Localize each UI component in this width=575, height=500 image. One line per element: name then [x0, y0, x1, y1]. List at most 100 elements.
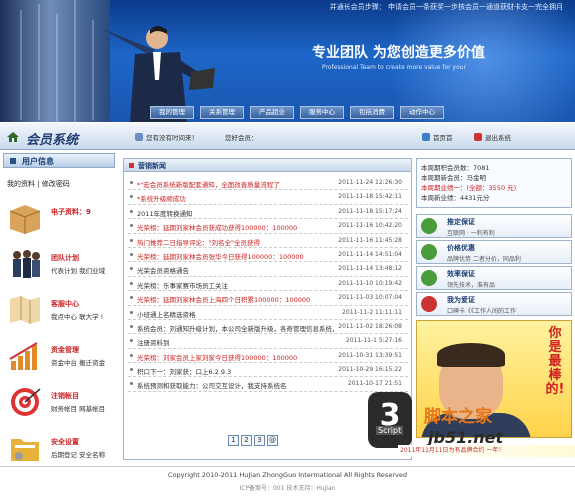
news-title: 光荣榜：乐事家赛市场员工关注	[137, 281, 228, 290]
news-title: 注册资料到	[137, 339, 170, 348]
sidebar-item-service[interactable]: 客服中心 我点中心 联大学 !	[3, 287, 115, 335]
home-button[interactable]: 首页首	[422, 132, 453, 142]
badge-icon	[421, 296, 437, 312]
news-title: 光荣榜：延期刘家林会员获成功获得100000：100000	[137, 224, 298, 233]
news-item[interactable]: 注册资料到 2011-11-1 5:27:16	[128, 334, 408, 349]
scrolling-ticker: 2011年11月11日为有品牌合约 一年！	[398, 445, 575, 457]
news-item[interactable]: 光荣榜：延期刘家林会员上海四个日积累100000：100000 2011-11-0…	[128, 291, 408, 306]
bullet-icon	[130, 238, 133, 242]
news-title: *"宏会员系统新版配套通知，全面改善质量流程了	[137, 181, 280, 189]
feature-button-3[interactable]: 效率保证 领先技术，准有品	[416, 266, 572, 290]
feature-button-2[interactable]: 价格优惠 品牌优势 二者分价，同品利	[416, 240, 572, 264]
bullet-icon	[130, 310, 133, 314]
news-item[interactable]: *系统升级顺成功 2011-11-18 15:42:11	[128, 190, 408, 205]
bullet-icon	[130, 224, 133, 228]
news-title: 热门推荐二日指导评论："刘名全"全员获得	[137, 238, 260, 247]
bullet-icon	[130, 324, 133, 328]
news-title: 光荣会员资格通告	[137, 267, 189, 276]
news-title: 光荣榜：延期刘家林会员张华今日获得100000：100000	[137, 252, 304, 261]
news-title: 积口下一：刘家获：口上6.2.9.3	[137, 368, 232, 377]
growth-chart-icon	[9, 342, 38, 370]
welcome-label: 您有没有时间来！	[135, 132, 198, 142]
page-root: 并通长会员步骤： 申请会员一条获奖一步核会员一通道获财卡支一完全拥月 专业团队 …	[0, 0, 575, 500]
news-date: 2011-11-2 11:11:11	[342, 308, 402, 316]
page-next[interactable]: @	[267, 435, 278, 446]
news-item[interactable]: 热门推荐二日指导评论："刘名全"全员获得 2011-11-16 11:45:28	[128, 234, 408, 248]
target-icon	[11, 388, 41, 416]
news-item[interactable]: 光荣榜：乐事家赛市场员工关注 2011-11-10 10:19:42	[128, 277, 408, 292]
page-2[interactable]: 2	[241, 435, 252, 446]
home-icon	[422, 133, 430, 141]
nav-item-3[interactable]: 产品超业	[250, 106, 294, 119]
news-item[interactable]: 系统预测和获取能力：公司交互设计，我支持系统名 2011-10-17 21:51	[128, 377, 408, 392]
bullet-icon	[130, 267, 133, 271]
logout-button[interactable]: 退出系统	[474, 132, 511, 142]
people-icon	[13, 250, 40, 278]
news-date: 2011-11-02 18:26:08	[338, 322, 402, 330]
news-date: 2011-11-14 13:48:12	[338, 265, 402, 273]
news-item[interactable]: 小班通上名精选资格 2011-11-2 11:11:11	[128, 306, 408, 320]
bullet-icon	[130, 296, 133, 300]
check-icon	[421, 270, 437, 286]
page-3[interactable]: 3	[254, 435, 265, 446]
news-title: 光荣榜：延期刘家林会员上海四个日积累100000：100000	[137, 296, 311, 305]
news-list: *"宏会员系统新版配套通知，全面改善质量流程了 2011-11-24 12:26:…	[128, 176, 408, 392]
news-title: *系统升级顺成功	[137, 195, 186, 204]
stat-line: 本周期业绩一：(全额：3550 元)	[421, 184, 517, 192]
nav-item-5[interactable]: 包括消费	[350, 106, 394, 119]
news-title: 光荣榜：刘家会员上家刘家今日获得100000：100000	[137, 353, 298, 362]
house-icon	[7, 132, 19, 142]
banner-slogan-en: Professional Team to create more value f…	[322, 64, 467, 71]
system-bar: 会员系统 您有没有时间来！ 您好会员： 首页首 退出系统	[0, 123, 575, 150]
news-date: 2011-11-03 10:07:04	[338, 294, 402, 302]
news-date: 2011-10-17 21:51	[347, 380, 402, 388]
news-item[interactable]: 光荣榜：延期刘家林会员获成功获得100000：100000 2011-11-16 …	[128, 219, 408, 234]
bullet-icon	[130, 181, 133, 184]
nav-item-1[interactable]: 我的管理	[150, 106, 194, 119]
bullet-icon	[130, 209, 133, 213]
news-item[interactable]: 光荣会员资格通告 2011-11-14 13:48:12	[128, 262, 408, 277]
header-banner: 并通长会员步骤： 申请会员一条获奖一步核会员一通道获财卡支一完全拥月 专业团队 …	[0, 0, 575, 122]
nav-item-2[interactable]: 关系管理	[200, 106, 244, 119]
promo-text: 你是最棒的!	[545, 326, 565, 397]
news-item[interactable]: 光荣榜：刘家会员上家刘家今日获得100000：100000 2011-10-31 …	[128, 349, 408, 364]
bullet-icon	[130, 252, 133, 256]
feature-button-4[interactable]: 我为爱证 口碑卡《《工作人间的工作	[416, 292, 572, 316]
sidebar-item-funds[interactable]: 资金管理 资金中台 搬迁资金	[3, 333, 115, 381]
news-item[interactable]: 积口下一：刘家获：口上6.2.9.3 2011-10-29 16:15:22	[128, 363, 408, 378]
nav-item-4[interactable]: 服务中心	[300, 106, 344, 119]
system-title: 会员系统	[26, 133, 79, 148]
folder-icon	[11, 439, 39, 461]
user-info-header: 用户信息	[3, 153, 115, 168]
stat-line: 本周期积会员数：7081	[421, 164, 490, 172]
news-title: 小班通上名精选资格	[137, 310, 196, 319]
square-icon	[129, 163, 134, 168]
check-icon	[421, 244, 437, 260]
news-item[interactable]: 2011年度转换通知 2011-11-18 15:17:24	[128, 205, 408, 220]
news-date: 2011-11-1 5:27:16	[345, 337, 402, 345]
bullet-icon	[130, 368, 133, 372]
left-sidebar: 用户信息 我的资料 | 修改密码 电子资料：9 团队计划 代表计划 我们业域 客…	[3, 153, 115, 463]
feature-button-1[interactable]: 推定保证 互联网 · 一利有利	[416, 214, 572, 238]
news-item[interactable]: 系统会员：刘通知升级计划，本公司全新版升级，各奇管理信息系统，及时调整所有经营者…	[128, 320, 408, 335]
sidebar-item-team[interactable]: 团队计划 代表计划 我们业域	[3, 241, 115, 289]
stat-line: 本周新业绩：4431元分	[421, 194, 490, 202]
news-date: 2011-11-16 10:42:20	[338, 222, 402, 230]
news-date: 2011-11-10 10:19:42	[338, 279, 402, 287]
footer: Copyright 2010-2011 HuJian ZhongGuo Inte…	[0, 466, 575, 500]
news-item[interactable]: *"宏会员系统新版配套通知，全面改善质量流程了 2011-11-24 12:26:…	[128, 176, 408, 191]
member-greeting: 您好会员：	[225, 134, 258, 142]
nav-item-6[interactable]: 动作中心	[400, 106, 444, 119]
profile-links[interactable]: 我的资料 | 修改密码	[7, 179, 70, 189]
page-1[interactable]: 1	[228, 435, 239, 446]
logout-icon	[474, 133, 482, 141]
box-icon	[9, 205, 41, 234]
bullet-icon	[130, 281, 133, 285]
news-item[interactable]: 光荣榜：延期刘家林会员张华今日获得100000：100000 2011-11-14…	[128, 248, 408, 263]
sidebar-item-materials[interactable]: 电子资料：9	[3, 195, 115, 243]
bullet-icon	[130, 382, 133, 386]
news-date: 2011-11-16 11:45:28	[338, 236, 402, 244]
square-icon	[10, 158, 16, 164]
sidebar-item-accounts[interactable]: 注销帐目 财务帐目 网基帐目	[3, 379, 115, 427]
news-date: 2011-11-18 15:42:11	[338, 193, 402, 201]
